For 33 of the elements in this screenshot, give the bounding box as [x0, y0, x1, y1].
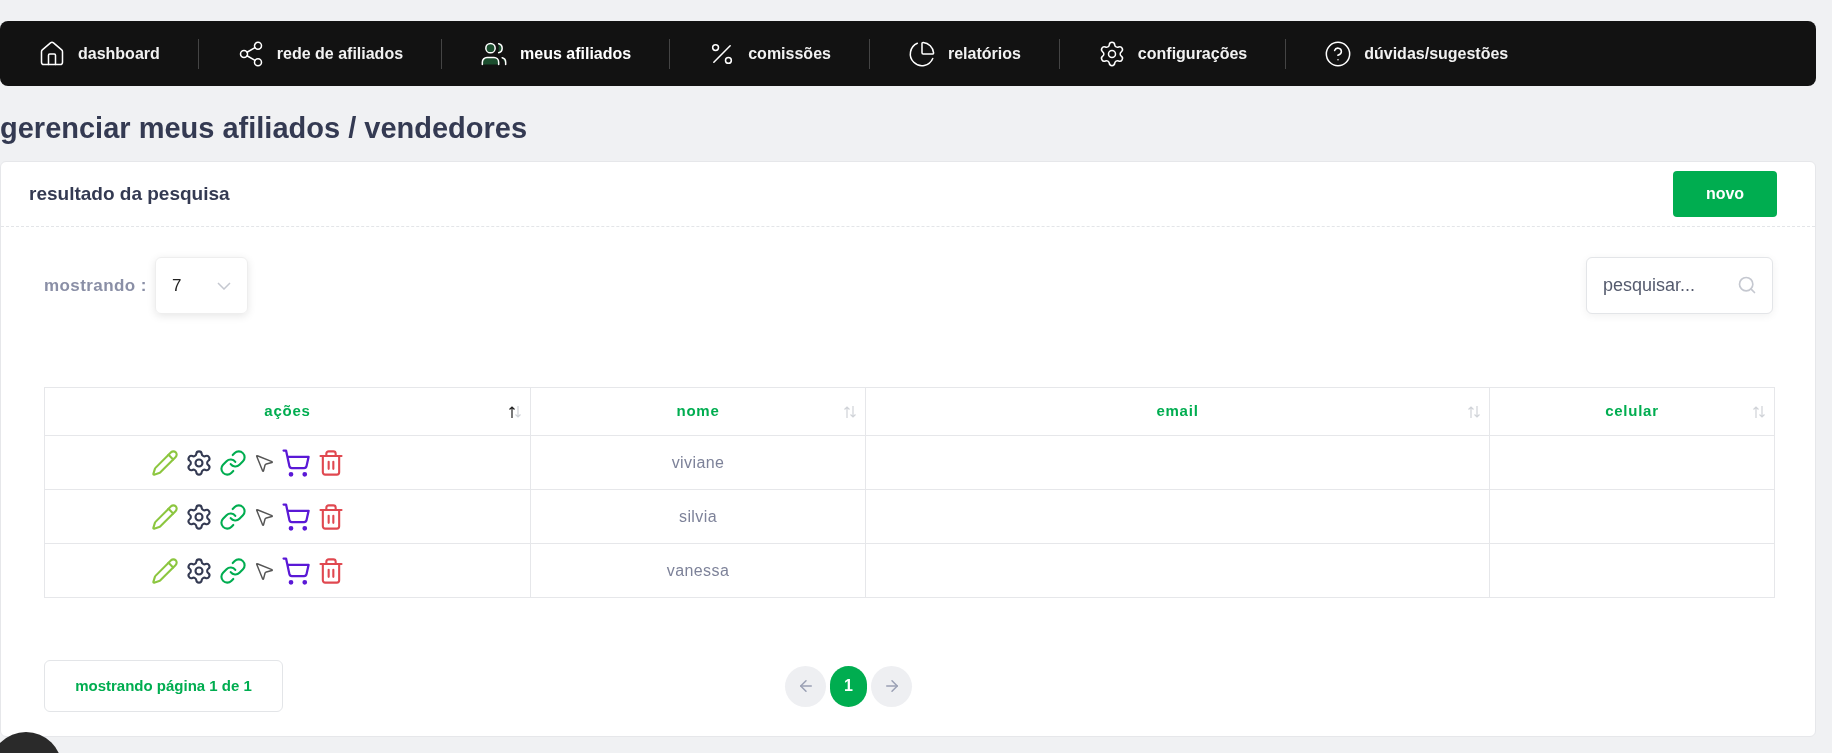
chevron-down-icon	[216, 281, 231, 290]
settings-icon[interactable]	[184, 448, 213, 477]
nav-item[interactable]: comissões	[670, 39, 869, 68]
page-title: gerenciar meus afiliados / vendedores	[0, 111, 529, 146]
sort-icon[interactable]	[508, 404, 522, 419]
settings-icon[interactable]	[184, 556, 213, 585]
table-cell: silvia	[530, 489, 866, 544]
link-icon[interactable]	[218, 448, 247, 477]
table-cell: viviane	[530, 435, 866, 490]
nav-item[interactable]: relatórios	[869, 39, 1059, 68]
search-field[interactable]: pesquisar...	[1586, 257, 1773, 314]
previous-page-button[interactable]	[785, 665, 826, 707]
table-cell: vanessa	[530, 543, 866, 598]
page-size-select[interactable]: 7	[154, 257, 248, 314]
card-title: resultado da pesquisa	[29, 181, 230, 206]
page-info: mostrando página 1 de 1	[44, 660, 283, 712]
cart-icon[interactable]	[280, 555, 311, 586]
cart-icon[interactable]	[280, 501, 311, 532]
help-icon	[1324, 39, 1353, 68]
pie-chart-icon	[907, 39, 936, 68]
nav-item[interactable]: dashboard	[38, 39, 198, 68]
next-page-button[interactable]	[871, 665, 912, 707]
home-icon	[38, 39, 66, 68]
nav-item[interactable]: meus afiliados	[442, 39, 670, 68]
search-icon	[1737, 275, 1757, 295]
page-size-label: mostrando :	[44, 274, 147, 297]
nav-item[interactable]: rede de afiliados	[198, 39, 442, 68]
cart-icon[interactable]	[280, 447, 311, 478]
link-icon[interactable]	[218, 556, 247, 585]
nav-item[interactable]: configurações	[1059, 39, 1286, 68]
settings-icon[interactable]	[184, 502, 213, 531]
nav-item[interactable]: dúvidas/sugestões	[1286, 39, 1547, 68]
link-icon[interactable]	[218, 502, 247, 531]
